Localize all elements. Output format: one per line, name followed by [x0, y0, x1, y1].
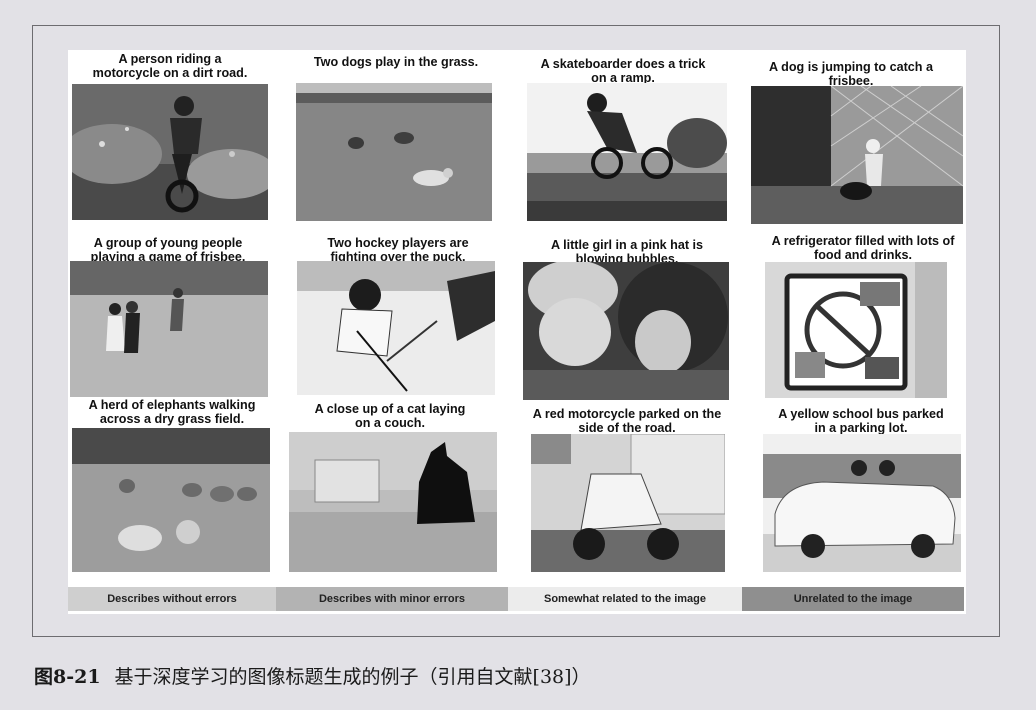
panel-caption-5: A group of young people playing a game of…	[90, 236, 246, 264]
panel-caption-1: A person riding a motorcycle on a dirt ro…	[92, 52, 248, 80]
figure-number: 图8-21	[34, 666, 101, 688]
legend-band-unrelated: Unrelated to the image	[742, 587, 964, 611]
frisbee-players-photo	[70, 261, 268, 397]
panel-caption-3: A skateboarder does a trick on a ramp.	[540, 57, 706, 85]
legend-band-no-errors: Describes without errors	[68, 587, 276, 611]
panel-caption-4: A dog is jumping to catch a frisbee.	[769, 60, 933, 88]
figure-caption: 图8-21 基于深度学习的图像标题生成的例子（引用自文献[38]）	[34, 662, 591, 689]
skateboarder-photo	[527, 83, 727, 221]
cat-couch-photo	[289, 432, 497, 572]
motorcycle-dirt-photo	[72, 84, 268, 220]
sign-stickers-photo	[765, 262, 947, 398]
girl-bubbles-photo	[523, 262, 729, 400]
legend-band-minor-errors: Describes with minor errors	[276, 587, 508, 611]
dog-frisbee-photo	[751, 86, 963, 224]
panel-caption-10: A close up of a cat laying on a couch.	[314, 402, 466, 430]
caption-examples-figure: A person riding a motorcycle on a dirt ro…	[68, 50, 966, 614]
panel-caption-11: A red motorcycle parked on the side of th…	[532, 407, 722, 435]
panel-caption-6: Two hockey players are fighting over the …	[327, 236, 469, 264]
red-scooter-photo	[531, 434, 725, 572]
panel-caption-2: Two dogs play in the grass.	[313, 55, 479, 69]
car-parking-photo	[763, 434, 961, 572]
panel-caption-8: A refrigerator filled with lots of food a…	[771, 234, 955, 262]
panel-caption-9: A herd of elephants walking across a dry …	[88, 398, 256, 426]
legend-band-somewhat-related: Somewhat related to the image	[508, 587, 742, 611]
hockey-players-photo	[297, 261, 495, 395]
elephants-herd-photo	[72, 428, 270, 572]
panel-caption-12: A yellow school bus parked in a parking l…	[778, 407, 944, 435]
dogs-grass-photo	[296, 83, 492, 221]
figure-caption-text: 基于深度学习的图像标题生成的例子（引用自文献[38]）	[114, 666, 591, 688]
